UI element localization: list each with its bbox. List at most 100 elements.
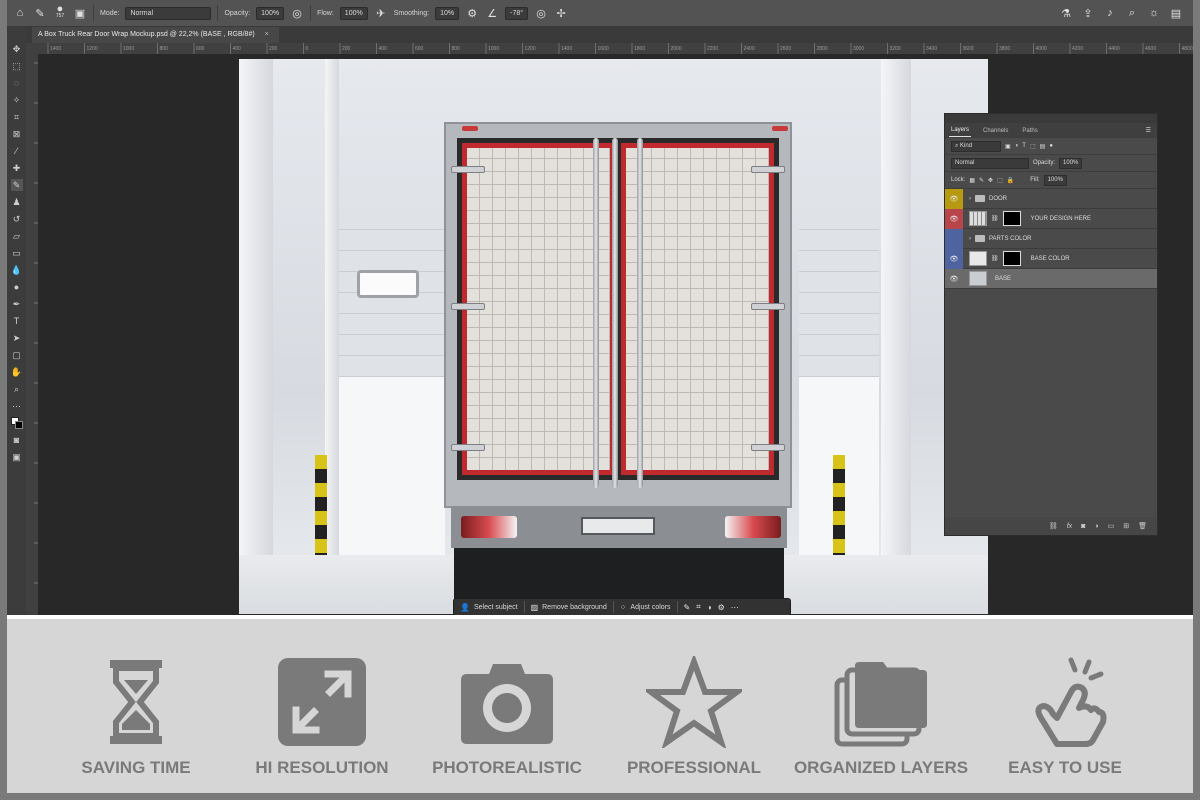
half-circle-icon[interactable]: ◑ xyxy=(707,603,712,612)
move-tool-icon[interactable]: ✥ xyxy=(11,43,23,55)
new-group-icon[interactable]: ▭ xyxy=(1108,522,1115,530)
frame-tool-icon[interactable]: ⊠ xyxy=(11,128,23,140)
workspace-icon[interactable]: ▤ xyxy=(1169,6,1183,20)
history-brush-tool-icon[interactable]: ↺ xyxy=(11,213,23,225)
layer-base[interactable]: 👁 BASE xyxy=(945,269,1157,289)
eye-icon[interactable]: 👁 xyxy=(945,269,963,289)
share-icon[interactable]: ⇪ xyxy=(1081,6,1095,20)
mode-select[interactable]: Normal xyxy=(125,6,212,20)
transform-icon[interactable]: ⌗ xyxy=(696,602,701,612)
lock-transparency-icon[interactable]: ▦ xyxy=(969,177,975,184)
new-layer-icon[interactable]: ⊞ xyxy=(1123,522,1129,530)
expand-icon[interactable]: › xyxy=(969,196,971,202)
settings-icon[interactable]: ⚙ xyxy=(718,603,725,612)
filter-toggle-icon[interactable]: ● xyxy=(1049,143,1053,149)
panel-menu-icon[interactable]: ☰ xyxy=(1146,127,1151,134)
filter-type-icon[interactable]: T xyxy=(1022,143,1026,149)
more-icon[interactable]: ⋯ xyxy=(731,603,739,612)
fx-icon[interactable]: fx xyxy=(1067,523,1072,530)
healing-tool-icon[interactable]: ✚ xyxy=(11,162,23,174)
bell-icon[interactable]: ♪ xyxy=(1103,6,1117,20)
eye-icon[interactable]: 👁 xyxy=(945,209,963,229)
layer-opacity-input[interactable]: 100% xyxy=(1059,157,1083,169)
gear-icon[interactable]: ⚙ xyxy=(465,6,479,20)
pressure-opacity-icon[interactable]: ◎ xyxy=(290,6,304,20)
home-icon[interactable]: ⌂ xyxy=(13,6,27,20)
layer-parts-color[interactable]: › PARTS COLOR xyxy=(945,229,1157,249)
adjustment-layer-icon[interactable]: ◑ xyxy=(1094,523,1098,530)
dodge-tool-icon[interactable]: ● xyxy=(11,281,23,293)
tab-layers[interactable]: Layers xyxy=(949,124,972,137)
expand-icon[interactable]: › xyxy=(969,236,971,242)
filter-pixel-icon[interactable]: ▣ xyxy=(1005,143,1011,150)
more-tools-icon[interactable]: ⋯ xyxy=(11,400,23,412)
eye-icon[interactable] xyxy=(945,229,963,249)
angle-input[interactable]: -78° xyxy=(505,6,529,20)
ruler-tick-label: 3000 xyxy=(853,46,864,52)
path-selection-tool-icon[interactable]: ➤ xyxy=(11,332,23,344)
ruler-tick-label: 2000 xyxy=(671,46,682,52)
brush-settings-icon[interactable]: ▣ xyxy=(73,6,87,20)
select-subject-button[interactable]: 👤 Select subject xyxy=(460,603,518,612)
horizontal-ruler: 1400 1200 1000 800 600 400 200 0 200 400 600 800 100… xyxy=(38,43,1193,54)
search-icon[interactable]: ⌕ xyxy=(1125,6,1139,20)
eye-icon[interactable]: 👁 xyxy=(945,189,963,209)
fill-input[interactable]: 100% xyxy=(1043,174,1067,186)
gradient-tool-icon[interactable]: ▭ xyxy=(11,247,23,259)
brush-icon[interactable]: ✎ xyxy=(684,603,691,612)
link-layers-icon[interactable]: ⛓ xyxy=(1049,522,1058,530)
add-mask-icon[interactable]: ◙ xyxy=(1081,523,1085,530)
canvas-image[interactable] xyxy=(239,59,988,614)
lock-artboard-icon[interactable]: ⬚ xyxy=(997,177,1003,184)
type-tool-icon[interactable]: T xyxy=(11,315,23,327)
airbrush-icon[interactable]: ✈ xyxy=(374,6,388,20)
tab-channels[interactable]: Channels xyxy=(981,125,1010,137)
close-icon[interactable]: × xyxy=(265,31,269,38)
remove-background-label: Remove background xyxy=(542,603,607,611)
filter-smart-icon[interactable]: ▤ xyxy=(1040,143,1046,150)
zoom-tool-icon[interactable]: ⌕ xyxy=(11,383,23,395)
eyedropper-tool-icon[interactable]: ⁄ xyxy=(11,145,23,157)
brush-tool-icon[interactable]: ✎ xyxy=(10,179,23,191)
hand-tool-icon[interactable]: ✋ xyxy=(11,366,23,378)
crop-tool-icon[interactable]: ⌗ xyxy=(11,111,23,123)
marquee-tool-icon[interactable]: ⬚ xyxy=(11,60,23,72)
layer-your-design-here[interactable]: 👁 ⛓ YOUR DESIGN HERE xyxy=(945,209,1157,229)
adjust-colors-button[interactable]: ⁘ Adjust colors xyxy=(620,603,671,612)
lock-pixels-icon[interactable]: ✎ xyxy=(979,177,984,184)
layer-base-color[interactable]: 👁 ⛓ BASE COLOR xyxy=(945,249,1157,269)
blend-mode-select[interactable]: Normal xyxy=(951,157,1029,169)
brush-preset-icon[interactable]: ● 757 xyxy=(53,4,67,20)
pressure-size-icon[interactable]: ◎ xyxy=(534,6,548,20)
brush-tool-icon[interactable]: ✎ xyxy=(33,6,47,20)
trash-icon[interactable]: 🗑 xyxy=(1138,522,1147,530)
stamp-tool-icon[interactable]: ♟ xyxy=(11,196,23,208)
pen-tool-icon[interactable]: ✒ xyxy=(11,298,23,310)
options-bar-right: ⚗ ⇪ ♪ ⌕ ☼ ▤ xyxy=(1059,6,1193,20)
lock-position-icon[interactable]: ✥ xyxy=(988,177,993,184)
filter-shape-icon[interactable]: ⬚ xyxy=(1030,143,1036,150)
smoothing-input[interactable]: 10% xyxy=(435,6,460,20)
eye-icon[interactable]: 👁 xyxy=(945,249,963,269)
rectangle-tool-icon[interactable]: ▢ xyxy=(11,349,23,361)
screen-mode-icon[interactable]: ▣ xyxy=(11,451,23,463)
angle-icon[interactable]: ∠ xyxy=(485,6,499,20)
quick-mask-icon[interactable]: ◙ xyxy=(11,434,23,446)
tab-paths[interactable]: Paths xyxy=(1020,125,1039,137)
remove-background-button[interactable]: ▨ Remove background xyxy=(531,603,607,612)
document-tab[interactable]: A Box Truck Rear Door Wrap Mockup.psd @ … xyxy=(32,27,279,43)
layer-door[interactable]: 👁 › DOOR xyxy=(945,189,1157,209)
lasso-tool-icon[interactable]: ◌ xyxy=(11,77,23,89)
flow-input[interactable]: 100% xyxy=(339,6,368,20)
eraser-tool-icon[interactable]: ▱ xyxy=(11,230,23,242)
lock-all-icon[interactable]: 🔒 xyxy=(1007,177,1014,184)
symmetry-icon[interactable]: ✢ xyxy=(554,6,568,20)
lightbulb-icon[interactable]: ☼ xyxy=(1147,6,1161,20)
filter-adjustment-icon[interactable]: ◑ xyxy=(1015,143,1019,149)
filter-kind-select[interactable]: ⌕ Kind xyxy=(951,140,1001,152)
blur-tool-icon[interactable]: 💧 xyxy=(11,264,23,276)
flask-icon[interactable]: ⚗ xyxy=(1059,6,1073,20)
magic-wand-tool-icon[interactable]: ✧ xyxy=(11,94,23,106)
color-swatches-icon[interactable] xyxy=(10,417,23,429)
opacity-input[interactable]: 100% xyxy=(256,6,285,20)
